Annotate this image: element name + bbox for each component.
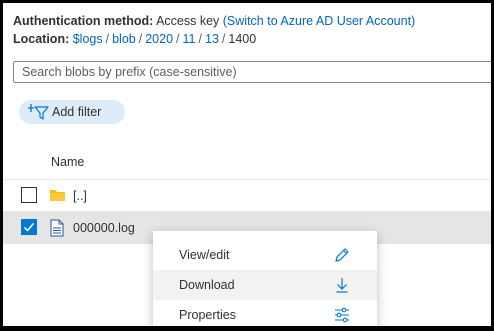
checkmark-icon bbox=[23, 222, 35, 232]
breadcrumb-2020[interactable]: 2020 bbox=[145, 32, 173, 46]
menu-item-label: Download bbox=[179, 278, 235, 292]
breadcrumb-logs[interactable]: $logs bbox=[73, 32, 103, 46]
row-checkbox[interactable] bbox=[21, 219, 37, 235]
auth-method-label: Authentication method: bbox=[13, 14, 154, 28]
add-filter-icon bbox=[28, 104, 49, 120]
storage-browser-window: Authentication method: Access key (Switc… bbox=[0, 0, 494, 331]
breadcrumb-blob[interactable]: blob bbox=[112, 32, 136, 46]
add-filter-button[interactable]: Add filter bbox=[19, 100, 125, 124]
download-arrow-icon bbox=[336, 278, 348, 293]
location-label: Location: bbox=[13, 32, 70, 46]
breadcrumb-13[interactable]: 13 bbox=[205, 32, 219, 46]
search-input[interactable]: Search blobs by prefix (case-sensitive) bbox=[13, 61, 491, 83]
breadcrumb: Location: $logs / blob/2020/11/13/1400 bbox=[13, 32, 257, 46]
menu-item-view-edit[interactable]: View/edit bbox=[153, 240, 377, 270]
menu-item-label: Properties bbox=[179, 308, 236, 322]
auth-method-line: Authentication method: Access key (Switc… bbox=[13, 14, 415, 28]
search-placeholder: Search blobs by prefix (case-sensitive) bbox=[22, 65, 237, 79]
breadcrumb-11[interactable]: 11 bbox=[183, 32, 196, 46]
switch-auth-link[interactable]: (Switch to Azure AD User Account) bbox=[223, 14, 415, 28]
column-header-name[interactable]: Name bbox=[51, 155, 84, 169]
file-icon bbox=[50, 219, 64, 237]
row-name[interactable]: [..] bbox=[73, 189, 87, 203]
pencil-icon bbox=[335, 248, 349, 262]
row-checkbox[interactable] bbox=[21, 187, 37, 203]
add-filter-label: Add filter bbox=[52, 105, 102, 119]
breadcrumb-current: 1400 bbox=[228, 32, 257, 46]
sliders-icon bbox=[335, 307, 349, 323]
menu-item-label: View/edit bbox=[179, 248, 230, 262]
menu-item-download[interactable]: Download bbox=[153, 270, 377, 300]
context-menu: View/edit Download Properties bbox=[153, 231, 377, 326]
menu-item-properties[interactable]: Properties bbox=[153, 300, 377, 326]
row-name[interactable]: 000000.log bbox=[73, 221, 135, 235]
folder-icon bbox=[50, 190, 65, 201]
auth-method-value: Access key bbox=[156, 14, 220, 28]
table-row[interactable]: [..] bbox=[3, 179, 491, 212]
